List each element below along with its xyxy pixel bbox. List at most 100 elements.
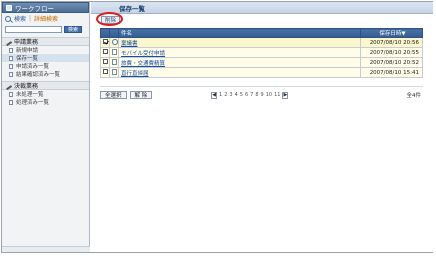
highlight-circle-annotation <box>96 12 123 26</box>
row-checkbox[interactable] <box>103 49 108 54</box>
page-title-bar: 保存一覧 <box>91 2 433 14</box>
document-icon <box>9 71 13 77</box>
sidebar-item-submitted-list[interactable]: 申請済み一覧 <box>2 62 89 70</box>
page-link[interactable]: 5 <box>240 92 243 98</box>
page-link[interactable]: 1 <box>219 92 222 98</box>
document-icon <box>112 58 117 65</box>
main-panel: 保存一覧 削除 件名 保存日時▼ 稟議書 2007/08/10 20:56 モバ… <box>91 2 433 252</box>
toolbar: 削除 <box>91 14 433 25</box>
table-row[interactable]: 稟議書 2007/08/10 20:56 <box>100 37 423 48</box>
row-icon-cell <box>109 47 119 58</box>
pagination: ◀ 1 2 3 4 5 6 7 8 9 10 11 ▶ <box>211 91 289 99</box>
pencil-icon <box>3 37 13 46</box>
section-title-label: 申請業務 <box>14 39 39 46</box>
document-icon <box>9 99 13 105</box>
sidebar-section-title[interactable]: 決裁業務 <box>2 81 89 90</box>
subject-cell: 稟議書 <box>118 37 361 48</box>
page-link[interactable]: 10 <box>266 92 272 98</box>
approval-document-icon <box>112 38 118 45</box>
app-window: ワークフロー 検索 | 詳細検索 検索 申請業務 新規申請 保存一覧 申請済み一… <box>1 1 433 253</box>
row-checkbox-cell <box>100 37 110 48</box>
subject-cell: 旅費・交通費精算 <box>118 57 361 68</box>
advanced-search-link[interactable]: 詳細検索 <box>34 14 58 23</box>
saved-list-table: 件名 保存日時▼ 稟議書 2007/08/10 20:56 モバイル受付申請 2… <box>100 28 423 78</box>
select-all-button[interactable]: 全選択 <box>100 91 127 99</box>
sidebar-section-title[interactable]: 申請業務 <box>2 37 89 46</box>
page-link[interactable]: 3 <box>229 92 232 98</box>
page-link[interactable]: 9 <box>261 92 264 98</box>
subject-column-header[interactable]: 件名 <box>118 28 361 38</box>
search-icon <box>5 15 11 22</box>
pencil-icon <box>3 81 13 90</box>
sidebar-horizontal-scrollbar[interactable] <box>2 246 90 252</box>
search-separator: | <box>29 15 32 22</box>
row-icon-cell <box>109 57 119 68</box>
sidebar-item-label: 結果確認済み一覧 <box>16 72 61 78</box>
sidebar-item-result-confirmed-list[interactable]: 結果確認済み一覧 <box>2 70 89 78</box>
sidebar: ワークフロー 検索 | 詳細検索 検索 申請業務 新規申請 保存一覧 申請済み一… <box>2 2 90 252</box>
subject-link[interactable]: 稟議書 <box>121 41 138 47</box>
row-checkbox-cell <box>100 67 110 78</box>
document-icon <box>9 63 13 69</box>
table-row[interactable]: モバイル受付申請 2007/08/10 20:55 <box>100 47 423 58</box>
table-row[interactable]: 旅費・交通費精算 2007/08/10 20:52 <box>100 57 423 68</box>
sidebar-item-saved-list[interactable]: 保存一覧 <box>2 54 89 62</box>
prev-page-button[interactable]: ◀ <box>211 91 217 99</box>
footer-divider <box>100 86 423 87</box>
icon-column-header <box>109 28 119 38</box>
page-link[interactable]: 4 <box>235 92 238 98</box>
list-footer: 全選択 解 除 ◀ 1 2 3 4 5 6 7 8 9 10 11 ▶ 全4件 <box>100 90 423 100</box>
page-link[interactable]: 7 <box>250 92 253 98</box>
document-icon <box>9 55 13 61</box>
row-checkbox[interactable] <box>103 39 108 44</box>
total-count: 全4件 <box>406 93 422 99</box>
row-checkbox-cell <box>100 57 110 68</box>
next-page-button[interactable]: ▶ <box>282 91 289 99</box>
sidebar-item-label: 申請済み一覧 <box>16 64 50 70</box>
sidebar-item-label: 新規申請 <box>16 48 39 54</box>
table-row[interactable]: 直行直帰届 2007/08/10 15:41 <box>100 67 423 78</box>
page-link[interactable]: 8 <box>255 92 258 98</box>
sidebar-item-unprocessed-list[interactable]: 未処理一覧 <box>2 90 89 98</box>
row-checkbox[interactable] <box>103 59 108 64</box>
page-link[interactable]: 6 <box>245 92 248 98</box>
document-icon <box>9 47 13 53</box>
subject-cell: 直行直帰届 <box>118 67 361 78</box>
search-bar: 検索 <box>2 24 89 34</box>
row-icon-cell <box>109 67 119 78</box>
sidebar-item-processed-list[interactable]: 処理済み一覧 <box>2 98 89 106</box>
saved-at-cell: 2007/08/10 20:52 <box>360 57 423 68</box>
saved-at-column-header[interactable]: 保存日時▼ <box>360 28 423 38</box>
page-link[interactable]: 2 <box>224 92 227 98</box>
saved-at-cell: 2007/08/10 15:41 <box>360 67 423 78</box>
document-icon <box>112 48 117 55</box>
section-title-label: 決裁業務 <box>14 83 39 90</box>
saved-at-cell: 2007/08/10 20:56 <box>360 37 423 48</box>
subject-cell: モバイル受付申請 <box>118 47 361 58</box>
sidebar-item-new-request[interactable]: 新規申請 <box>2 46 89 54</box>
page-title: 保存一覧 <box>119 4 145 13</box>
sidebar-item-label: 未処理一覧 <box>16 92 44 98</box>
sidebar-section-application: 申請業務 新規申請 保存一覧 申請済み一覧 結果確認済み一覧 <box>2 37 89 78</box>
page-link[interactable]: 11 <box>274 92 280 98</box>
row-checkbox[interactable] <box>103 69 108 74</box>
subject-link[interactable]: モバイル受付申請 <box>121 51 165 57</box>
table-header-row: 件名 保存日時▼ <box>100 28 423 38</box>
document-icon <box>112 68 117 75</box>
app-title: ワークフロー <box>15 4 54 13</box>
row-icon-cell <box>109 37 119 48</box>
row-checkbox-cell <box>100 47 110 58</box>
subject-link[interactable]: 旅費・交通費精算 <box>121 61 165 67</box>
document-icon <box>9 91 13 97</box>
search-link[interactable]: 検索 <box>14 14 26 23</box>
workflow-logo-icon <box>6 4 12 11</box>
deselect-button[interactable]: 解 除 <box>129 91 153 99</box>
subject-link[interactable]: 直行直帰届 <box>121 71 149 77</box>
sidebar-item-label: 保存一覧 <box>16 56 39 62</box>
sidebar-item-label: 処理済み一覧 <box>16 100 50 106</box>
search-input[interactable] <box>5 25 62 33</box>
search-button[interactable]: 検索 <box>64 25 83 33</box>
sidebar-section-approval: 決裁業務 未処理一覧 処理済み一覧 <box>2 81 89 106</box>
saved-at-cell: 2007/08/10 20:55 <box>360 47 423 58</box>
checkbox-column-header <box>100 28 110 38</box>
